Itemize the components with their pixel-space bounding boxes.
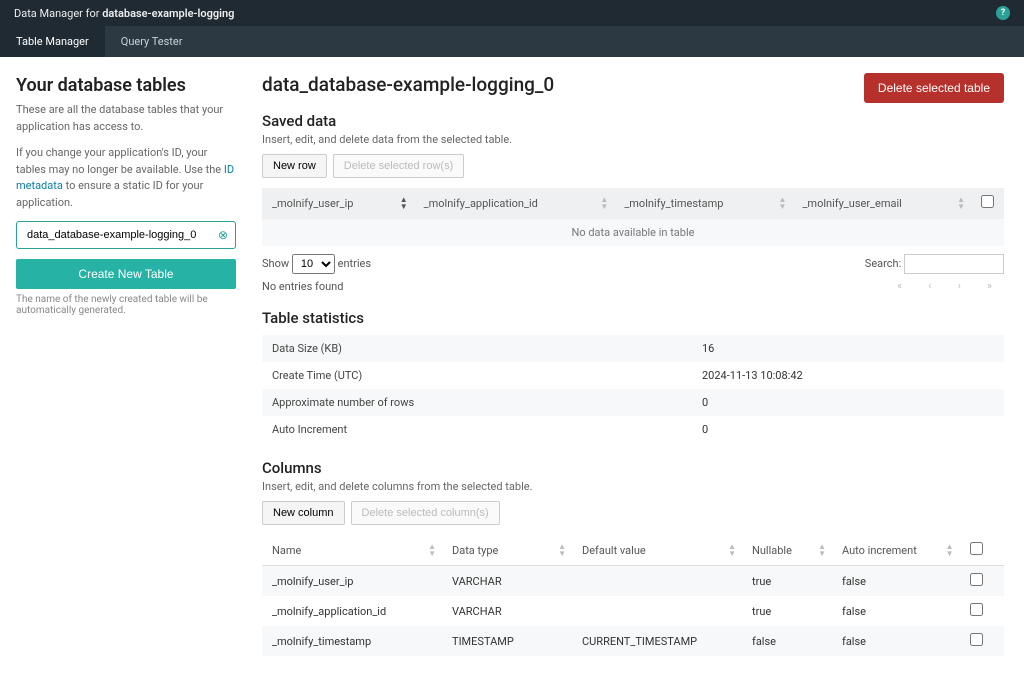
col-app-id[interactable]: _molnify_application_id▲▼	[414, 188, 615, 219]
stats-title: Table statistics	[262, 309, 1004, 327]
help-icon[interactable]: ?	[996, 6, 1010, 20]
saved-data-desc: Insert, edit, and delete data from the s…	[262, 133, 1004, 146]
entries-info: No entries found	[262, 280, 343, 293]
page-size-select[interactable]: 10	[292, 254, 335, 274]
colhdr-nullable[interactable]: Nullable▲▼	[742, 535, 832, 566]
no-data-row: No data available in table	[262, 219, 1004, 247]
clear-icon[interactable]: ⊗	[218, 228, 228, 242]
table-row: _molnify_user_ipVARCHARtruefalse	[262, 566, 1004, 597]
saved-data-title: Saved data	[262, 112, 1004, 130]
colhdr-checkbox	[960, 535, 1004, 566]
create-table-button[interactable]: Create New Table	[16, 259, 236, 289]
select-all-checkbox[interactable]	[981, 195, 994, 208]
title-name: database-example-logging	[102, 7, 234, 20]
col-user-email[interactable]: _molnify_user_email▲▼	[792, 188, 971, 219]
data-table: _molnify_user_ip▲▼ _molnify_application_…	[262, 188, 1004, 246]
title-prefix: Data Manager for	[14, 7, 99, 20]
tab-query-tester[interactable]: Query Tester	[105, 26, 199, 57]
select-all-columns-checkbox[interactable]	[970, 542, 983, 555]
colhdr-auto[interactable]: Auto increment▲▼	[832, 535, 960, 566]
columns-desc: Insert, edit, and delete columns from th…	[262, 480, 1004, 493]
columns-title: Columns	[262, 459, 1004, 477]
row-checkbox[interactable]	[970, 633, 983, 646]
colhdr-name[interactable]: Name▲▼	[262, 535, 442, 566]
main: data_database-example-logging_0 Delete s…	[252, 57, 1024, 680]
col-user-ip[interactable]: _molnify_user_ip▲▼	[262, 188, 414, 219]
delete-table-button[interactable]: Delete selected table	[864, 73, 1004, 103]
create-note: The name of the newly created table will…	[16, 294, 236, 316]
sidebar: Your database tables These are all the d…	[0, 57, 252, 680]
new-column-button[interactable]: New column	[262, 501, 345, 525]
colhdr-default[interactable]: Default value▲▼	[572, 535, 742, 566]
table-select: ⊗	[16, 221, 236, 249]
delete-rows-button: Delete selected row(s)	[333, 154, 464, 178]
sidebar-heading: Your database tables	[16, 75, 236, 96]
sidebar-desc-1: These are all the database tables that y…	[16, 102, 236, 135]
new-row-button[interactable]: New row	[262, 154, 327, 178]
row-checkbox[interactable]	[970, 573, 983, 586]
search-control: Search:	[865, 254, 1004, 274]
table-row: _molnify_application_idVARCHARtruefalse	[262, 596, 1004, 626]
table-select-input[interactable]	[16, 221, 236, 249]
app-title: Data Manager for database-example-loggin…	[14, 7, 234, 20]
stats-table: Data Size (KB)16 Create Time (UTC)2024-1…	[262, 335, 1004, 443]
colhdr-type[interactable]: Data type▲▼	[442, 535, 572, 566]
search-input[interactable]	[904, 254, 1004, 274]
col-timestamp[interactable]: _molnify_timestamp▲▼	[614, 188, 792, 219]
col-checkbox	[971, 188, 1004, 219]
pager[interactable]: « ‹ › »	[897, 281, 1004, 292]
table-row: _molnify_timestampTIMESTAMPCURRENT_TIMES…	[262, 626, 1004, 656]
entries-control: Show 10 entries	[262, 254, 371, 274]
topbar: Data Manager for database-example-loggin…	[0, 0, 1024, 26]
sidebar-desc-2: If you change your application's ID, you…	[16, 145, 236, 211]
tab-table-manager[interactable]: Table Manager	[0, 26, 105, 57]
row-checkbox[interactable]	[970, 603, 983, 616]
delete-columns-button: Delete selected column(s)	[351, 501, 500, 525]
columns-table: Name▲▼ Data type▲▼ Default value▲▼ Nulla…	[262, 535, 1004, 656]
tabs: Table Manager Query Tester	[0, 26, 1024, 57]
